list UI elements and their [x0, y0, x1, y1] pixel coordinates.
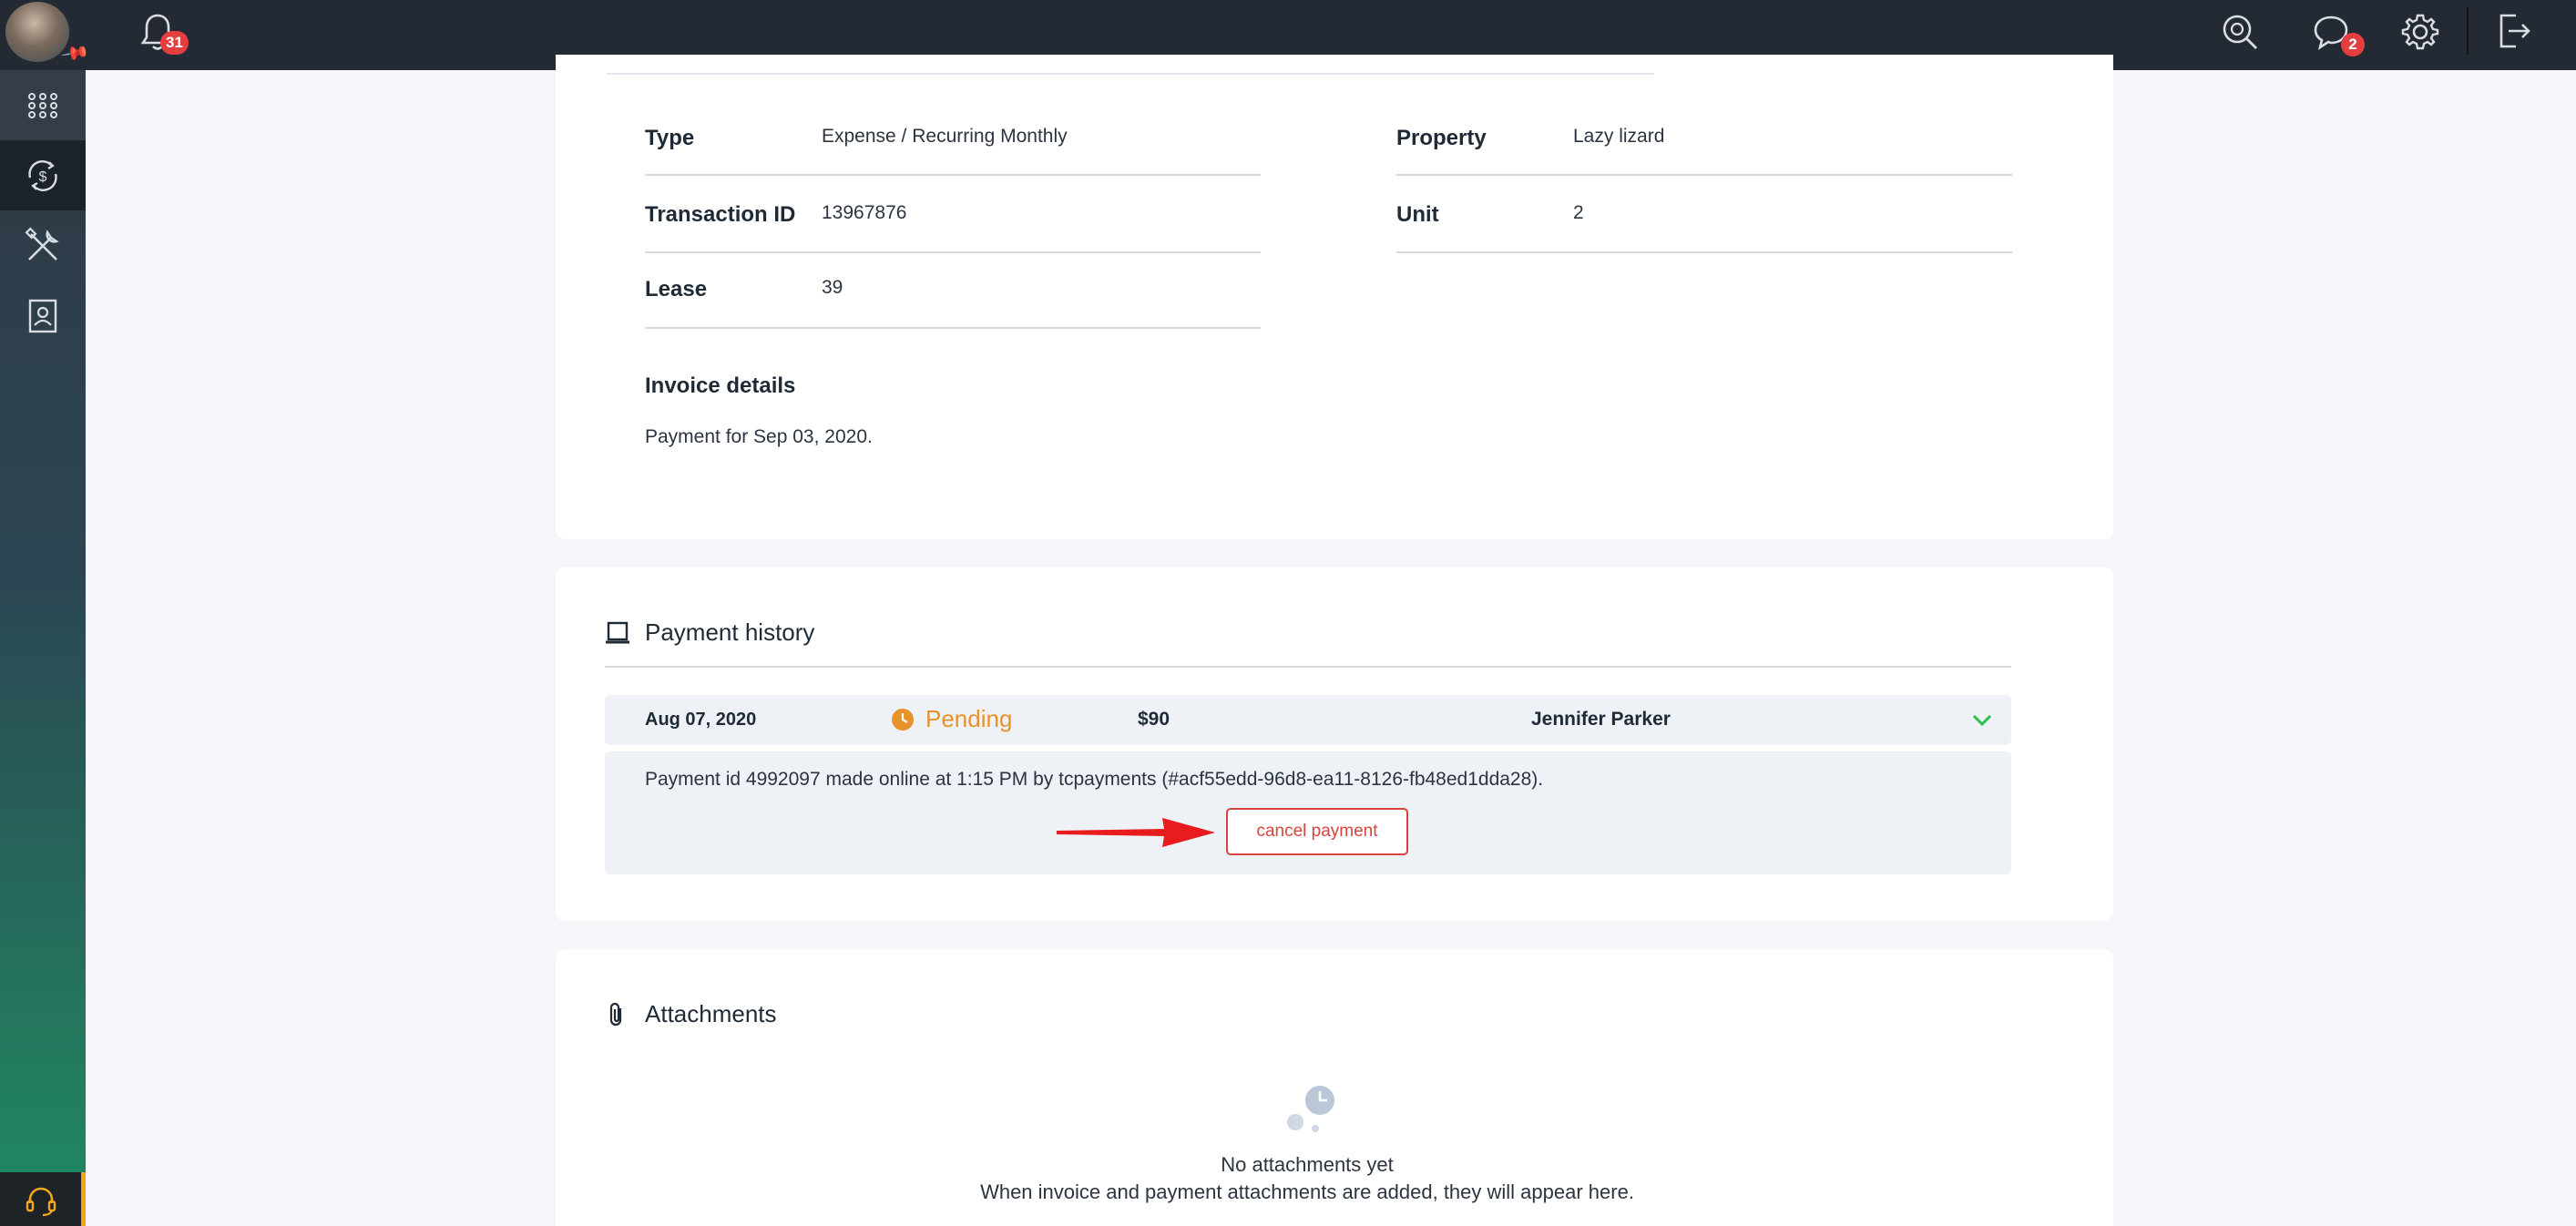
- clock-icon: [892, 709, 914, 730]
- divider: [645, 327, 1261, 329]
- grid-icon: [28, 92, 57, 118]
- search-button[interactable]: [2219, 11, 2261, 53]
- search-icon: [2223, 15, 2257, 49]
- payment-status: Pending: [925, 705, 1013, 732]
- transaction-details-card: Type Expense / Recurring Monthly Transac…: [556, 55, 2113, 539]
- tools-icon: [25, 226, 59, 261]
- contact-card-icon: [28, 299, 57, 332]
- unit-label: Unit: [1396, 202, 1439, 227]
- property-value: Lazy lizard: [1573, 126, 1665, 147]
- empty-state-title: No attachments yet: [1221, 1153, 1394, 1176]
- payment-date: Aug 07, 2020: [645, 710, 757, 730]
- invoice-details-text: Payment for Sep 03, 2020.: [645, 426, 873, 447]
- laptop-icon: [606, 621, 629, 644]
- unit-value: 2: [1573, 202, 1584, 223]
- payment-payer: Jennifer Parker: [1531, 709, 1671, 730]
- paperclip-icon: [609, 1002, 622, 1027]
- headset-icon: [26, 1187, 56, 1216]
- gear-icon: [2401, 14, 2439, 50]
- payment-amount: $90: [1138, 709, 1170, 730]
- sidebar-item-maintenance[interactable]: [0, 210, 86, 281]
- payment-history-card: Payment history Aug 07, 2020 Pending $90…: [556, 567, 2113, 921]
- attachments-card: Attachments No attachments yet When invo…: [556, 949, 2113, 1226]
- sidebar-item-payments[interactable]: $: [0, 140, 86, 210]
- type-label: Type: [645, 126, 695, 150]
- transaction-id-value: 13967876: [822, 202, 907, 223]
- annotation-arrow: [1057, 818, 1215, 847]
- notifications-badge: 31: [160, 31, 189, 55]
- divider: [645, 251, 1261, 253]
- property-label: Property: [1396, 126, 1487, 150]
- messages-badge: 2: [2341, 33, 2365, 56]
- payment-row[interactable]: Aug 07, 2020 Pending $90 Jennifer Parker: [605, 695, 2011, 745]
- divider: [605, 666, 2011, 668]
- payment-history-title: Payment history: [645, 618, 815, 646]
- cancel-payment-button[interactable]: cancel payment: [1226, 808, 1408, 855]
- support-button[interactable]: [0, 1172, 86, 1226]
- empty-state-icon: [1287, 1086, 1334, 1132]
- logout-icon: [2499, 14, 2530, 48]
- chevron-down-icon[interactable]: [1971, 710, 1993, 731]
- sidebar: $: [0, 70, 86, 1226]
- lease-label: Lease: [645, 277, 708, 301]
- divider: [1396, 174, 2012, 176]
- header-divider: [2467, 7, 2469, 55]
- card-top-divider: [607, 73, 1654, 75]
- attachments-title: Attachments: [645, 1000, 777, 1027]
- empty-state-text: When invoice and payment attachments are…: [980, 1180, 1634, 1203]
- transaction-id-label: Transaction ID: [645, 202, 796, 227]
- invoice-details-title: Invoice details: [645, 373, 796, 398]
- money-cycle-icon: $: [28, 159, 57, 191]
- user-avatar[interactable]: [5, 2, 69, 62]
- payment-detail-text: Payment id 4992097 made online at 1:15 P…: [645, 769, 1544, 790]
- settings-button[interactable]: [2399, 11, 2441, 53]
- svg-text:$: $: [39, 169, 47, 185]
- sidebar-item-tenants[interactable]: [0, 281, 86, 351]
- divider: [645, 174, 1261, 176]
- sidebar-item-apps[interactable]: [0, 70, 86, 140]
- type-value: Expense / Recurring Monthly: [822, 126, 1068, 147]
- lease-value: 39: [822, 277, 843, 298]
- logout-button[interactable]: [2494, 9, 2534, 53]
- divider: [1396, 251, 2012, 253]
